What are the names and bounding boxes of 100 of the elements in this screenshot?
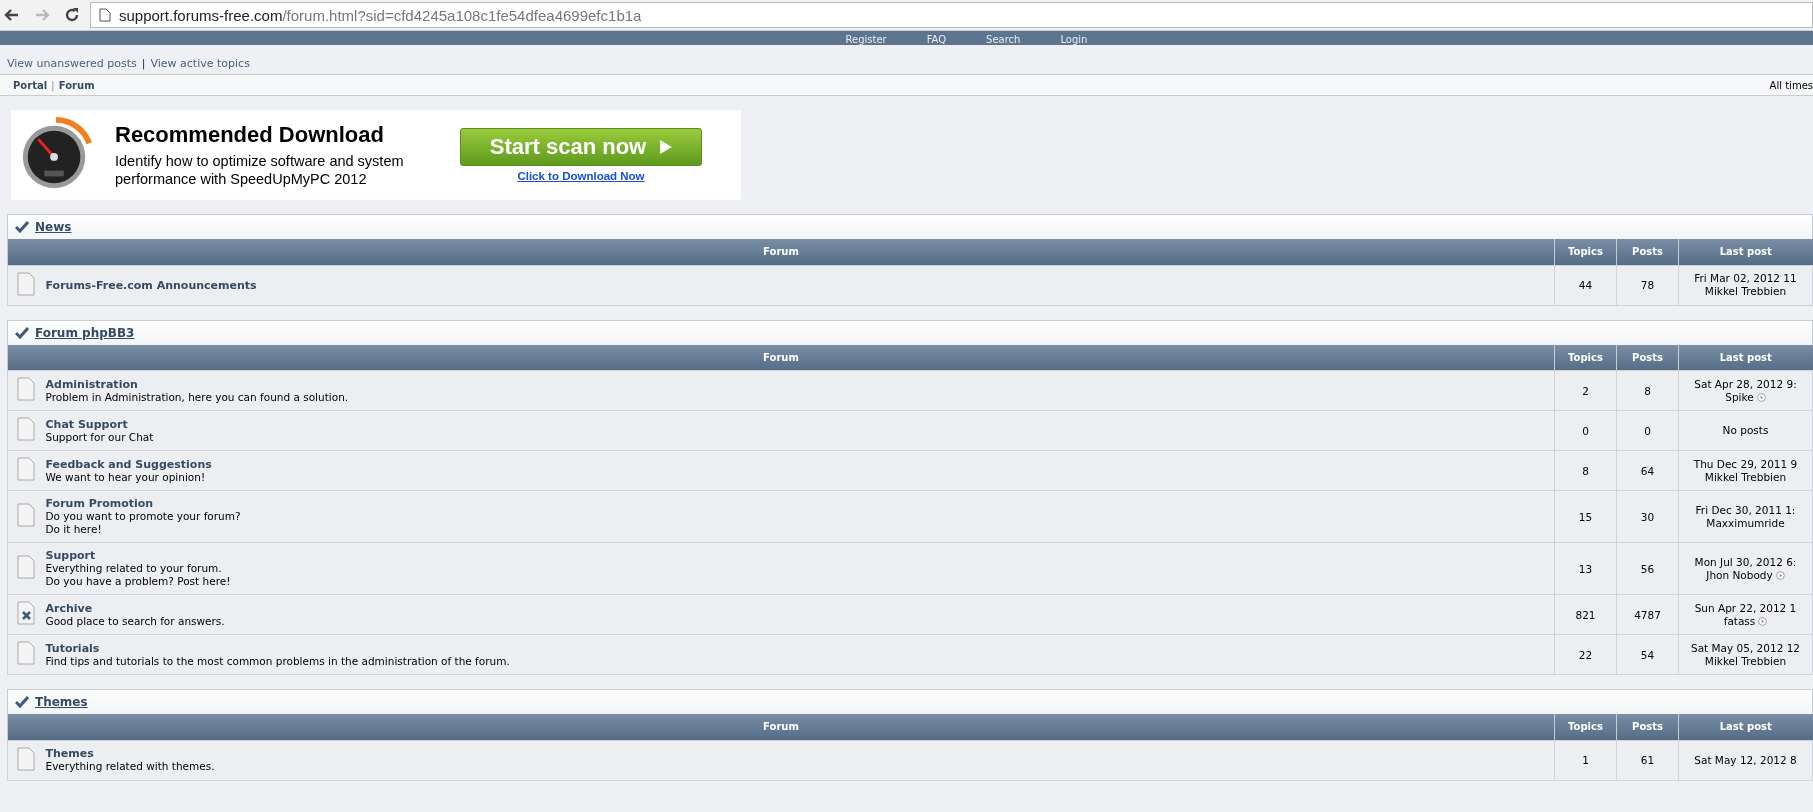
author-link[interactable]: Maxximumride xyxy=(1706,516,1785,530)
forum-title-link[interactable]: Forums-Free.com Announcements xyxy=(45,278,257,292)
forum-title-link[interactable]: Forum Promotion xyxy=(45,497,154,510)
forum-title-link[interactable]: Support xyxy=(45,549,96,562)
separator: | xyxy=(141,57,146,70)
forum-description: Do you have a problem? Post here! xyxy=(45,575,232,588)
author-link[interactable]: Mikkel Trebbien xyxy=(1704,470,1787,484)
breadcrumb-link[interactable]: Forum xyxy=(58,79,95,91)
locked-document-icon xyxy=(16,601,35,625)
timezone-note: All times xyxy=(1769,79,1813,91)
author-link[interactable]: fatass xyxy=(1723,614,1756,628)
post-count: 4787 xyxy=(1634,608,1661,621)
topic-count: 15 xyxy=(1578,510,1593,523)
author-link[interactable]: Mikkel Trebbien xyxy=(1704,285,1787,298)
reload-icon[interactable] xyxy=(64,7,80,23)
column-header: Posts xyxy=(1632,246,1663,258)
arrow-circle-icon[interactable] xyxy=(1758,616,1768,626)
top-nav-link[interactable]: Login xyxy=(1060,34,1088,45)
ad-description: Identify how to optimize software and system performance with SpeedUpMyPC 2012 xyxy=(115,152,405,188)
column-header: Last post xyxy=(1719,246,1772,258)
breadcrumb-link[interactable]: Portal xyxy=(13,79,48,91)
page-icon xyxy=(99,8,111,22)
address-bar[interactable]: support.forums-free.com/forum.html?sid=cfd4245a108c1fe54dfea4699efc1b1a xyxy=(90,2,1813,28)
post-count: 56 xyxy=(1640,562,1655,575)
forum-description: Do you want to promote your forum? xyxy=(45,510,242,523)
download-link[interactable]: Click to Download Now xyxy=(517,170,645,182)
document-icon xyxy=(16,457,35,481)
author-link[interactable]: Spike xyxy=(1725,390,1754,404)
topic-count: 8 xyxy=(1582,464,1589,477)
quick-link[interactable]: View active topics xyxy=(150,57,250,70)
post-count: 64 xyxy=(1640,464,1655,477)
column-header: Forum xyxy=(763,721,799,733)
forum-description: Everything related with themes. xyxy=(45,760,216,773)
document-icon xyxy=(16,377,35,401)
last-post-date: Sat May 05, 2012 12 xyxy=(1689,641,1802,655)
topic-count: 13 xyxy=(1578,562,1593,575)
last-post-date: Sat May 12, 2012 8 xyxy=(1693,753,1798,767)
column-header: Topics xyxy=(1568,721,1603,733)
post-count: 30 xyxy=(1640,510,1655,523)
separator: | xyxy=(51,78,55,92)
document-icon xyxy=(16,555,35,579)
last-post-date: Sun Apr 22, 2012 1 xyxy=(1693,601,1798,615)
forum-title-link[interactable]: Administration xyxy=(45,377,138,391)
last-post-date: Sat Apr 28, 2012 9: xyxy=(1693,377,1798,391)
arrow-circle-icon[interactable] xyxy=(1775,570,1785,580)
url-text: support.forums-free.com/forum.html?sid=cfd4245a108c1fe54dfea4699efc1b1a xyxy=(119,6,642,24)
ad-banner[interactable]: Recommended Download Identify how to optimize software and system performance with SpeedUpMyPC 2012 Start scan now Click to Download Now xyxy=(11,110,741,200)
column-header: Forum xyxy=(763,351,799,363)
forum-title-link[interactable]: Chat Support xyxy=(45,417,128,431)
ad-title: Recommended Download xyxy=(115,122,385,148)
last-post-date: Mon Jul 30, 2012 6: xyxy=(1693,555,1798,569)
column-header: Topics xyxy=(1568,246,1603,258)
column-header: Last post xyxy=(1719,351,1772,363)
author-link[interactable]: Mikkel Trebbien xyxy=(1704,654,1787,668)
document-icon xyxy=(16,746,35,771)
checkmark-icon xyxy=(15,326,29,339)
forum-title-link[interactable]: Archive xyxy=(45,601,93,615)
forum-description: We want to hear your opinion! xyxy=(45,470,207,484)
post-count: 78 xyxy=(1640,279,1655,291)
checkmark-icon xyxy=(15,221,29,233)
forum-description: Find tips and tutorials to the most common problems in the administration of the forum. xyxy=(45,654,511,668)
category-link[interactable]: Forum phpBB3 xyxy=(35,325,135,340)
topic-count: 0 xyxy=(1582,424,1589,437)
post-count: 0 xyxy=(1644,424,1651,437)
forum-title-link[interactable]: Tutorials xyxy=(45,641,100,655)
topic-count: 44 xyxy=(1578,279,1593,291)
forum-description: Support for our Chat xyxy=(45,430,155,444)
topic-count: 821 xyxy=(1575,608,1596,621)
forum-title-link[interactable]: Themes xyxy=(45,747,94,760)
forum-description: Do it here! xyxy=(45,523,103,536)
document-icon xyxy=(16,641,35,665)
back-arrow-icon[interactable] xyxy=(4,7,20,23)
quick-link[interactable]: View unanswered posts xyxy=(7,57,137,70)
checkmark-icon xyxy=(15,696,29,708)
last-post-date: No posts xyxy=(1721,424,1770,437)
top-nav-link[interactable]: FAQ xyxy=(926,34,947,45)
forum-title-link[interactable]: Feedback and Suggestions xyxy=(45,457,212,471)
post-count: 54 xyxy=(1640,648,1655,661)
forum-description: Everything related to your forum. xyxy=(45,562,223,575)
topic-count: 1 xyxy=(1582,754,1589,766)
category-link[interactable]: Themes xyxy=(35,695,88,709)
document-icon xyxy=(16,271,35,296)
document-icon xyxy=(16,417,35,441)
arrow-circle-icon[interactable] xyxy=(1756,392,1766,402)
play-icon xyxy=(660,140,673,154)
forward-arrow-icon[interactable] xyxy=(34,7,50,23)
top-nav-link[interactable]: Search xyxy=(986,34,1021,45)
column-header: Last post xyxy=(1719,721,1772,733)
post-count: 61 xyxy=(1640,754,1655,766)
author-link[interactable]: Jhon Nobody xyxy=(1706,568,1773,582)
column-header: Posts xyxy=(1632,721,1663,733)
category-link[interactable]: News xyxy=(35,220,72,234)
topic-count: 22 xyxy=(1578,648,1593,661)
top-nav-link[interactable]: Register xyxy=(845,34,887,45)
last-post-date: Fri Mar 02, 2012 11 xyxy=(1693,272,1798,285)
column-header: Forum xyxy=(763,246,799,258)
topic-count: 2 xyxy=(1582,384,1589,397)
last-post-date: Thu Dec 29, 2011 9 xyxy=(1692,457,1799,471)
forum-description: Good place to search for answers. xyxy=(45,614,226,628)
column-header: Posts xyxy=(1632,351,1663,363)
